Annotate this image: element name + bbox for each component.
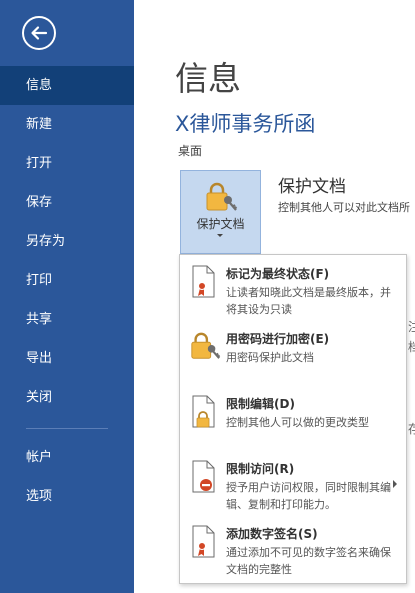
document-title: X律师事务所函	[175, 112, 316, 136]
sidebar-item-open[interactable]: 打开	[0, 144, 134, 183]
protect-section-title: 保护文档	[278, 177, 346, 197]
sidebar-item-print[interactable]: 打印	[0, 261, 134, 300]
menu-item-add-signature[interactable]: 添加数字签名(S) 通过添加不可见的数字签名来确保文档的完整性	[180, 517, 406, 579]
menu-item-desc: 通过添加不可见的数字签名来确保文档的完整性	[226, 546, 391, 576]
chevron-down-icon	[217, 234, 223, 237]
sidebar-item-close[interactable]: 关闭	[0, 378, 134, 417]
sidebar-item-save-as[interactable]: 另存为	[0, 222, 134, 261]
back-arrow-icon	[31, 26, 48, 40]
menu-item-desc: 授予用户访问权限，同时限制其编辑、复制和打印能力。	[226, 481, 391, 511]
menu-item-mark-final[interactable]: 标记为最终状态(F) 让读者知晓此文档是最终版本，并将其设为只读	[180, 257, 406, 319]
protect-document-menu: 标记为最终状态(F) 让读者知晓此文档是最终版本，并将其设为只读 用密码进行加密…	[179, 254, 407, 584]
menu-item-title: 添加数字签名(S)	[226, 527, 318, 541]
sidebar-item-new[interactable]: 新建	[0, 105, 134, 144]
background-text-fragment: 注	[408, 320, 415, 334]
sidebar-item-save[interactable]: 保存	[0, 183, 134, 222]
protect-document-label: 保护文档	[196, 217, 245, 231]
back-button[interactable]	[22, 16, 56, 50]
sidebar-item-info[interactable]: 信息	[0, 66, 134, 105]
sidebar-divider	[26, 428, 108, 429]
lock-key-icon	[191, 332, 221, 359]
menu-item-title: 标记为最终状态(F)	[226, 267, 330, 281]
chevron-right-icon	[393, 480, 397, 488]
menu-item-title: 用密码进行加密(E)	[226, 332, 330, 346]
sidebar-nav-primary: 信息 新建 打开 保存 另存为 打印 共享 导出 关闭	[0, 66, 134, 417]
sidebar-item-share[interactable]: 共享	[0, 300, 134, 339]
sidebar-item-export[interactable]: 导出	[0, 339, 134, 378]
protect-document-button[interactable]: 保护文档	[180, 170, 261, 254]
document-restrict-icon	[192, 460, 215, 493]
menu-item-desc: 让读者知晓此文档是最终版本，并将其设为只读	[226, 286, 391, 316]
document-ribbon-icon	[192, 525, 215, 558]
menu-item-restrict-access[interactable]: 限制访问(R) 授予用户访问权限，同时限制其编辑、复制和打印能力。	[180, 452, 406, 514]
sidebar-item-account[interactable]: 帐户	[0, 438, 134, 477]
sidebar-nav-secondary: 帐户 选项	[0, 438, 134, 516]
menu-item-desc: 控制其他人可以做的更改类型	[226, 416, 369, 429]
menu-item-title: 限制访问(R)	[226, 462, 295, 476]
lock-key-icon	[206, 182, 238, 211]
sidebar-item-options[interactable]: 选项	[0, 477, 134, 516]
background-text-fragment: 存	[408, 422, 415, 436]
page-title: 信息	[175, 59, 241, 98]
menu-item-title: 限制编辑(D)	[226, 397, 295, 411]
backstage-sidebar: 信息 新建 打开 保存 另存为 打印 共享 导出 关闭 帐户 选项	[0, 0, 134, 593]
document-ribbon-icon	[192, 265, 215, 298]
menu-item-encrypt-password[interactable]: 用密码进行加密(E) 用密码保护此文档	[180, 322, 406, 384]
background-text-fragment: 档	[408, 340, 415, 354]
menu-item-desc: 用密码保护此文档	[226, 351, 314, 364]
document-lock-icon	[192, 395, 215, 428]
protect-section-desc: 控制其他人可以对此文档所	[278, 201, 410, 214]
menu-item-restrict-editing[interactable]: 限制编辑(D) 控制其他人可以做的更改类型	[180, 387, 406, 449]
document-location: 桌面	[178, 144, 203, 158]
